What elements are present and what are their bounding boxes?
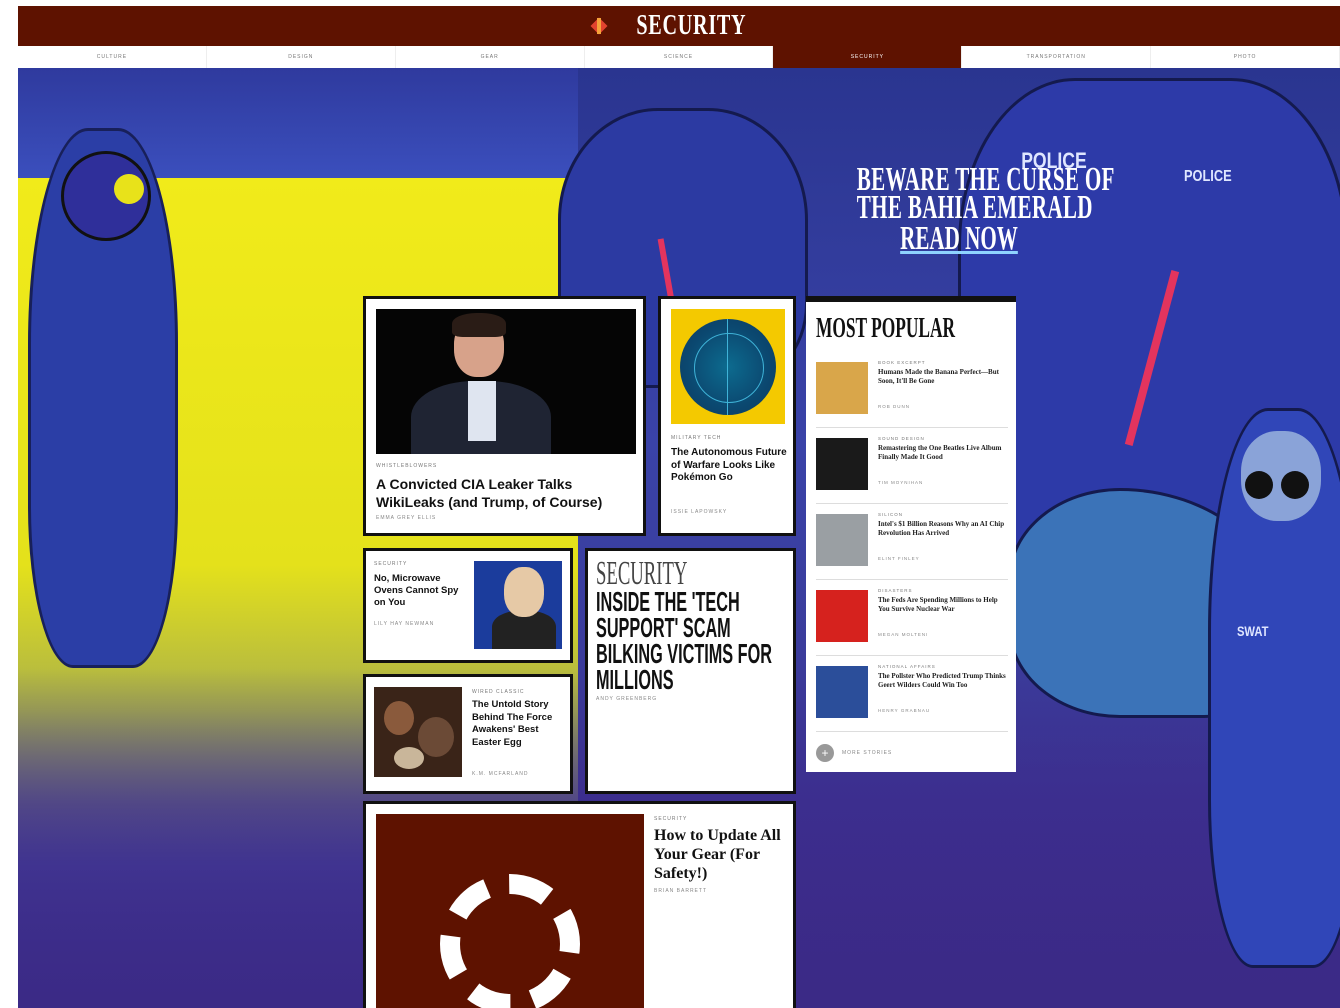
most-popular-item[interactable]: NATIONAL AFFAIRS The Pollster Who Predic… — [816, 662, 1008, 732]
section-nav: CULTURE DESIGN GEAR SCIENCE SECURITY TRA… — [18, 46, 1340, 68]
hero-swat-officer — [1208, 408, 1340, 968]
story-headline[interactable]: The Pollster Who Predicted Trump Thinks … — [878, 672, 1006, 689]
most-popular-thumb[interactable] — [816, 362, 868, 414]
more-stories-label: MORE STORIES — [842, 750, 893, 756]
story-kicker[interactable]: NATIONAL AFFAIRS — [878, 664, 936, 669]
side-story-card[interactable]: MILITARY TECH The Autonomous Future of W… — [658, 296, 796, 536]
radar-icon — [680, 318, 776, 415]
helmet-icon — [61, 151, 151, 241]
nav-culture[interactable]: CULTURE — [18, 46, 207, 68]
swat-badge: SWAT — [1236, 623, 1269, 639]
small-story-image[interactable] — [474, 561, 562, 649]
plus-icon: + — [816, 744, 834, 762]
story-headline[interactable]: The Feds Are Spending Millions to Help Y… — [878, 596, 1006, 613]
story-byline[interactable]: K.M. MCFARLAND — [472, 771, 529, 777]
ring-icon — [440, 874, 580, 1008]
hero-figure-left — [28, 128, 178, 668]
police-badge: POLICE — [1183, 168, 1232, 185]
most-popular-title: MOST POPULAR — [816, 313, 956, 344]
story-kicker[interactable]: SILICON — [878, 512, 903, 517]
more-stories-button[interactable]: + MORE STORIES — [816, 744, 892, 762]
story-kicker[interactable]: BOOK EXCERPT — [878, 360, 926, 365]
photo-shirt — [468, 381, 496, 441]
story-headline[interactable]: The Autonomous Future of Warfare Looks L… — [671, 447, 789, 485]
story-headline[interactable]: No, Microwave Ovens Cannot Spy on You — [374, 573, 464, 609]
feature-story-card[interactable]: WHISTLEBLOWERS A Convicted CIA Leaker Ta… — [363, 296, 646, 536]
story-headline[interactable]: INSIDE THE 'TECH SUPPORT' SCAM BILKING V… — [596, 588, 787, 694]
section-title: SECURITY — [636, 10, 746, 41]
most-popular-item[interactable]: DISASTERS The Feds Are Spending Millions… — [816, 586, 1008, 656]
story-kicker[interactable]: WHISTLEBLOWERS — [376, 463, 437, 469]
story-kicker[interactable]: MILITARY TECH — [671, 435, 721, 441]
story-headline[interactable]: How to Update All Your Gear (For Safety!… — [654, 826, 794, 883]
small-story-image[interactable] — [374, 687, 462, 777]
section-story-card[interactable]: SECURITY INSIDE THE 'TECH SUPPORT' SCAM … — [585, 548, 796, 794]
photo-hair — [452, 313, 506, 337]
story-headline[interactable]: The Untold Story Behind The Force Awaken… — [472, 699, 568, 749]
nav-transportation[interactable]: TRANSPORTATION — [962, 46, 1152, 68]
bottom-story-image[interactable] — [376, 814, 644, 1008]
nav-science[interactable]: SCIENCE — [585, 46, 774, 68]
story-kicker[interactable]: SECURITY — [654, 816, 687, 822]
most-popular-item[interactable]: BOOK EXCERPT Humans Made the Banana Perf… — [816, 358, 1008, 428]
side-story-image[interactable] — [671, 309, 785, 424]
most-popular-thumb[interactable] — [816, 590, 868, 642]
small-story-card[interactable]: WIRED CLASSIC The Untold Story Behind Th… — [363, 674, 573, 794]
story-kicker[interactable]: SOUND DESIGN — [878, 436, 925, 441]
story-kicker[interactable]: SECURITY — [374, 561, 407, 567]
page: SECURITY CULTURE DESIGN GEAR SCIENCE SEC… — [18, 6, 1340, 1008]
feature-story-image[interactable] — [376, 309, 636, 454]
story-byline[interactable]: ELINT FINLEY — [878, 556, 920, 561]
read-now-link[interactable]: READ NOW — [900, 222, 1018, 256]
story-byline[interactable]: ROB DUNN — [878, 404, 910, 409]
nav-design[interactable]: DESIGN — [207, 46, 396, 68]
masthead: SECURITY — [18, 6, 1340, 46]
nav-photo[interactable]: PHOTO — [1151, 46, 1340, 68]
story-byline[interactable]: TIM MOYNIHAN — [878, 480, 923, 485]
story-headline[interactable]: A Convicted CIA Leaker Talks WikiLeaks (… — [376, 475, 638, 511]
wired-flame-icon — [591, 18, 607, 34]
goggle-icon — [1281, 471, 1309, 499]
most-popular-panel: MOST POPULAR BOOK EXCERPT Humans Made th… — [806, 296, 1016, 772]
photo-face — [504, 567, 544, 617]
story-byline[interactable]: LILY HAY NEWMAN — [374, 621, 434, 627]
hero-promo: BEWARE THE CURSE OF THE BAHIA EMERALD RE… — [758, 163, 1115, 256]
photo-shape — [384, 701, 414, 735]
story-headline[interactable]: Intel's $1 Billion Reasons Why an AI Chi… — [878, 520, 1006, 537]
nav-security[interactable]: SECURITY — [773, 46, 963, 68]
most-popular-thumb[interactable] — [816, 666, 868, 718]
small-story-card[interactable]: SECURITY No, Microwave Ovens Cannot Spy … — [363, 548, 573, 663]
section-logo[interactable]: SECURITY — [591, 10, 768, 42]
story-byline[interactable]: ISSIE LAPOWSKY — [671, 509, 727, 515]
most-popular-thumb[interactable] — [816, 438, 868, 490]
nav-gear[interactable]: GEAR — [396, 46, 585, 68]
most-popular-thumb[interactable] — [816, 514, 868, 566]
photo-shape — [418, 717, 454, 757]
story-byline[interactable]: EMMA GREY ELLIS — [376, 515, 436, 521]
promo-line-2: THE BAHIA EMERALD — [856, 189, 1093, 226]
goggle-icon — [1245, 471, 1273, 499]
photo-shape — [394, 747, 424, 769]
most-popular-item[interactable]: SOUND DESIGN Remastering the One Beatles… — [816, 434, 1008, 504]
story-byline[interactable]: HENRY GRABNAU — [878, 708, 930, 713]
story-headline[interactable]: Humans Made the Banana Perfect—But Soon,… — [878, 368, 1006, 385]
story-byline[interactable]: BRIAN BARRETT — [654, 888, 707, 894]
story-kicker[interactable]: DISASTERS — [878, 588, 913, 593]
most-popular-item[interactable]: SILICON Intel's $1 Billion Reasons Why a… — [816, 510, 1008, 580]
story-headline[interactable]: Remastering the One Beatles Live Album F… — [878, 444, 1006, 461]
story-byline[interactable]: MEGAN MOLTENI — [878, 632, 928, 637]
section-label[interactable]: SECURITY — [596, 557, 687, 591]
bottom-story-card[interactable]: SECURITY How to Update All Your Gear (Fo… — [363, 801, 796, 1008]
story-kicker[interactable]: WIRED CLASSIC — [472, 689, 524, 695]
story-byline[interactable]: ANDY GREENBERG — [596, 696, 657, 702]
